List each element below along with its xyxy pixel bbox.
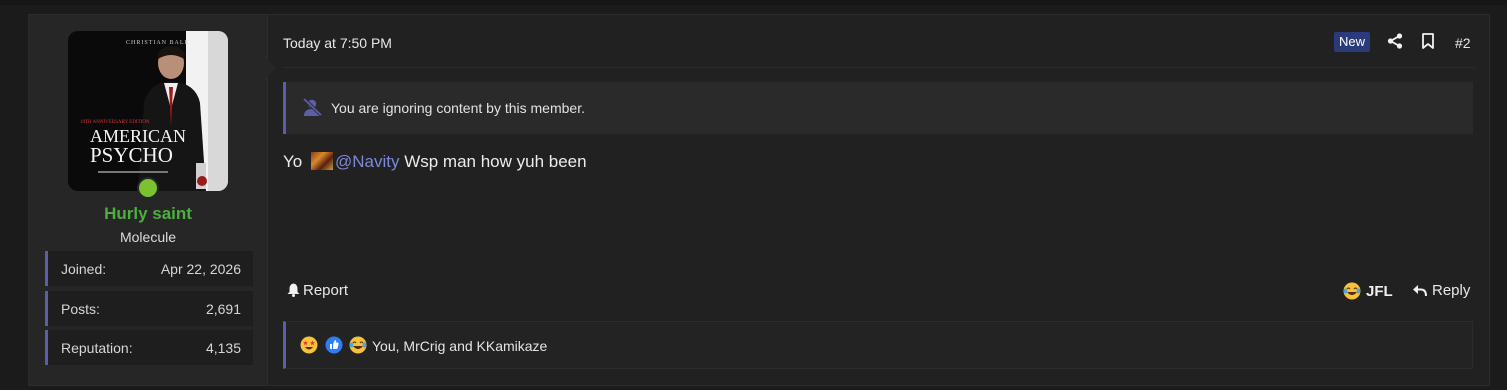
bookmark-icon[interactable] [1421,33,1435,49]
stat-label: Joined: [61,261,107,277]
report-label: Report [303,282,349,299]
user-mention-link[interactable]: @Navity [335,152,400,171]
user-title: Molecule [119,229,177,245]
reaction-button[interactable]: JFL [1343,282,1393,300]
reaction-label: JFL [1366,283,1393,300]
stat-value: 2,691 [205,301,241,317]
stat-value: 4,135 [205,340,241,356]
stat-value: Apr 22, 2026 [160,261,241,277]
user-info-column: CHRISTIAN BALE 10TH ANNIVERSARY EDITION … [29,15,268,385]
mention-avatar [310,152,333,170]
laughing-tears-emoji-icon [349,336,367,354]
avatar-image: CHRISTIAN BALE 10TH ANNIVERSARY EDITION … [68,31,228,191]
message-text-before: Yo [283,152,303,171]
forum-post: CHRISTIAN BALE 10TH ANNIVERSARY EDITION … [28,14,1490,386]
star-struck-emoji-icon [300,336,318,354]
new-badge: New [1334,32,1371,52]
bell-icon [287,283,300,297]
username[interactable]: Hurly saint [29,204,267,224]
stat-label: Reputation: [61,340,133,356]
report-button[interactable]: Report [287,282,348,299]
stat-posts: Posts: 2,691 [45,291,253,326]
share-icon[interactable] [1387,33,1403,49]
reply-arrow-icon [1413,285,1427,297]
avatar-edition-text: 10TH ANNIVERSARY EDITION [80,120,150,125]
message-text-after: Wsp man how yuh been [404,152,587,171]
stat-reputation: Reputation: 4,135 [45,330,253,365]
reply-label: Reply [1432,282,1471,299]
thumbs-up-icon [325,336,343,354]
reactions-bar[interactable]: You, MrCrig and KKamikaze [283,321,1473,369]
post-message: Yo @Navity Wsp man how yuh been [283,152,587,172]
post-date[interactable]: Today at 7:50 PM [283,35,392,51]
avatar-title-line2: PSYCHO [90,143,173,167]
laughing-tears-emoji-icon [1343,282,1361,300]
top-strip [0,0,1507,5]
avatar-top-text: CHRISTIAN BALE [126,40,189,46]
user-column-pointer [267,59,276,77]
ignore-notice-text: You are ignoring content by this member. [331,100,585,116]
ignore-notice[interactable]: You are ignoring content by this member. [283,82,1473,134]
post-main: Today at 7:50 PM New #2 You are ignoring… [283,15,1475,385]
online-status-indicator [137,177,159,199]
stat-joined: Joined: Apr 22, 2026 [45,251,253,286]
reactions-summary[interactable]: You, MrCrig and KKamikaze [372,338,547,354]
post-number-link[interactable]: #2 [1455,35,1471,51]
stat-label: Posts: [61,301,100,317]
avatar[interactable]: CHRISTIAN BALE 10TH ANNIVERSARY EDITION … [68,31,228,191]
header-divider [283,67,1475,68]
muted-user-icon [302,97,323,117]
reply-button[interactable]: Reply [1412,282,1470,299]
